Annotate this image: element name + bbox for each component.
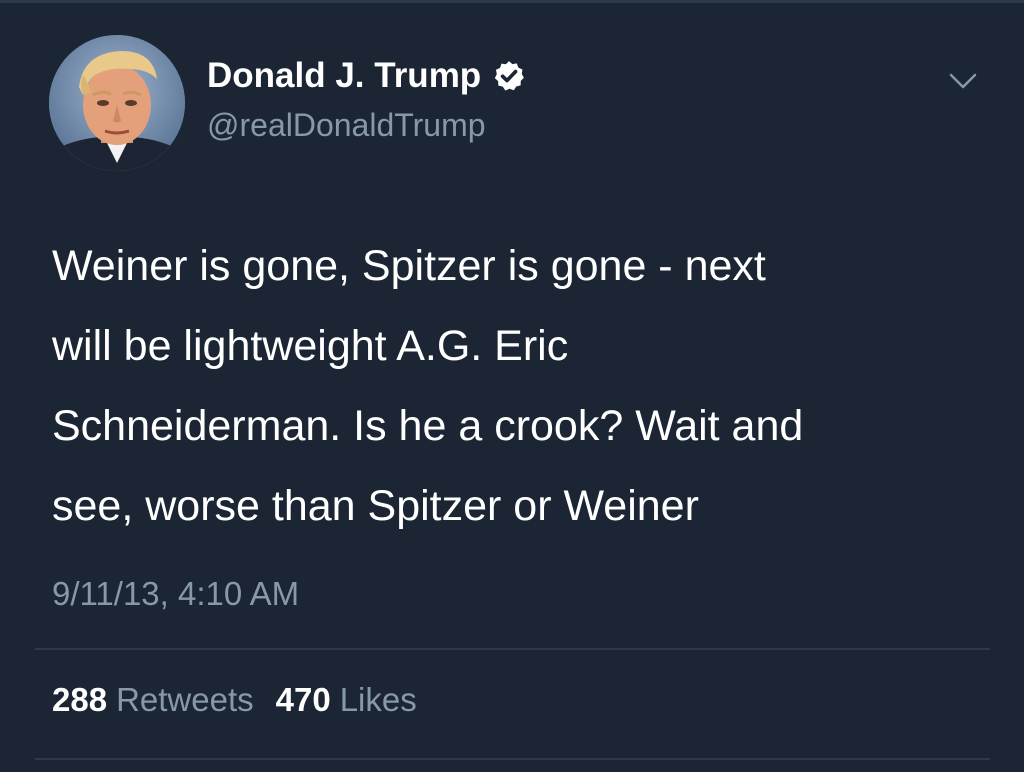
display-name[interactable]: Donald J. Trump — [207, 56, 481, 96]
tweet-card: Donald J. Trump @realDonaldTrump Weiner … — [0, 0, 1024, 772]
stats-divider — [35, 648, 990, 650]
likes-label[interactable]: Likes — [340, 681, 417, 719]
retweets-label[interactable]: Retweets — [116, 681, 254, 719]
likes-count[interactable]: 470 — [276, 681, 331, 719]
retweets-count[interactable]: 288 — [52, 681, 107, 719]
avatar-photo — [49, 35, 185, 171]
author-handle[interactable]: @realDonaldTrump — [207, 107, 486, 144]
top-divider — [0, 0, 1024, 3]
bottom-divider — [35, 758, 990, 760]
chevron-down-icon[interactable] — [948, 70, 978, 92]
verified-badge-icon — [492, 59, 526, 93]
avatar[interactable] — [49, 35, 185, 171]
author-name-row[interactable]: Donald J. Trump — [207, 54, 526, 98]
tweet-text: Weiner is gone, Spitzer is gone - next w… — [52, 242, 804, 530]
tweet-stats: 288 Retweets 470 Likes — [52, 681, 417, 719]
tweet-timestamp[interactable]: 9/11/13, 4:10 AM — [52, 575, 299, 613]
